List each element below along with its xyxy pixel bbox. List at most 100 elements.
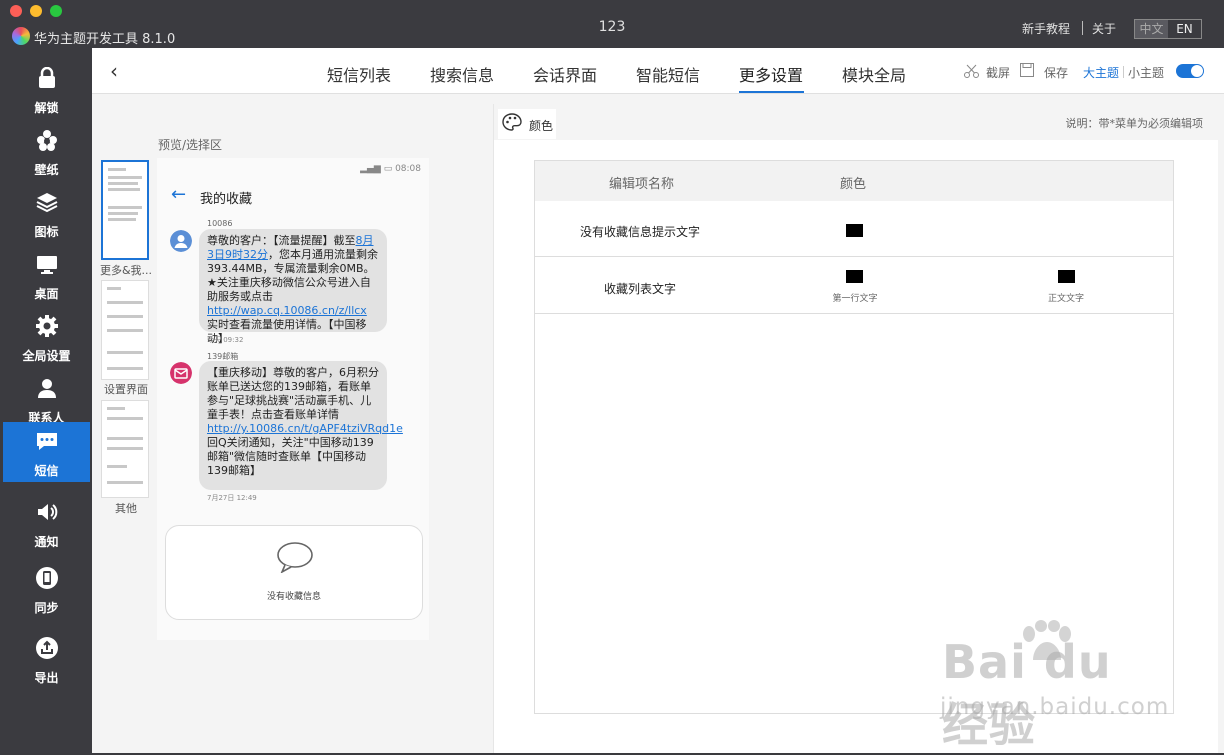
speaker-icon	[38, 504, 58, 520]
close-window-button[interactable]	[10, 5, 22, 17]
thumb-line	[108, 168, 126, 171]
thumb-line	[108, 212, 138, 215]
sidebar-item-export[interactable]: 导出	[3, 629, 90, 689]
window-titlebar: 华为主题开发工具 8.1.0 123 新手教程 关于 中文 EN	[0, 0, 1224, 48]
tab-module-global[interactable]: 模块全局	[842, 62, 906, 86]
small-theme-option[interactable]: 小主题	[1128, 64, 1164, 81]
preview-area-label: 预览/选择区	[158, 138, 223, 152]
table-row: 收藏列表文字 第一行文字 正文文字	[535, 257, 1173, 314]
table-row: 没有收藏信息提示文字	[535, 201, 1173, 257]
sidebar-item-desktop[interactable]: 桌面	[3, 245, 90, 305]
active-tab-indicator	[739, 91, 804, 93]
sidebar-item-contacts[interactable]: 联系人	[3, 369, 90, 429]
message-time: 今天 09:32	[207, 336, 244, 344]
sidebar-item-label: 导出	[34, 671, 59, 685]
message-text: 回Q关闭通知，关注"中国移动139邮箱"微信随时查账单【中国移动139邮箱】	[207, 436, 374, 477]
thumbnail-settings[interactable]	[101, 280, 149, 380]
language-switch[interactable]: 中文 EN	[1134, 19, 1202, 39]
sidebar-item-label: 解锁	[34, 101, 59, 115]
big-theme-option[interactable]: 大主题	[1083, 64, 1119, 81]
column-header-color: 颜色	[840, 177, 867, 192]
row-name: 收藏列表文字	[604, 282, 677, 296]
gear-icon	[36, 315, 58, 337]
zoom-window-button[interactable]	[50, 5, 62, 17]
tab-color-label: 颜色	[529, 119, 554, 133]
phone-title: 我的收藏	[200, 192, 253, 207]
color-swatch[interactable]	[846, 224, 863, 237]
thumbnail-caption: 设置界面	[104, 383, 148, 396]
thumbnail-other[interactable]	[101, 400, 149, 498]
required-note: 说明：带*菜单为必须编辑项	[1065, 117, 1204, 130]
message-time: 7月27日 12:49	[207, 494, 257, 502]
sidebar-item-unlock[interactable]: 解锁	[3, 59, 90, 119]
thumb-line	[108, 218, 136, 221]
tab-search-info[interactable]: 搜索信息	[430, 62, 494, 86]
message-link[interactable]: http://wap.cq.10086.cn/z/llcx	[207, 304, 367, 317]
empty-favorites-text: 没有收藏信息	[266, 592, 321, 602]
thumb-line	[107, 437, 143, 440]
save-icon[interactable]	[1020, 63, 1034, 77]
flower-icon	[37, 130, 57, 151]
upload-icon	[36, 637, 58, 659]
tab-conversation[interactable]: 会话界面	[533, 62, 597, 86]
minimize-window-button[interactable]	[30, 5, 42, 17]
sidebar-item-wallpaper[interactable]: 壁纸	[3, 121, 90, 181]
thumb-line	[108, 206, 142, 209]
divider	[1082, 21, 1083, 35]
message-bubble[interactable]: 尊敬的客户：【流量提醒】截至8月3日9时32分，您本月通用流量剩余393.44M…	[199, 229, 387, 345]
tab-smart-sms[interactable]: 智能短信	[636, 62, 700, 86]
save-button[interactable]: 保存	[1044, 64, 1068, 81]
lang-zh-option[interactable]: 中文	[1135, 20, 1168, 38]
color-swatch[interactable]	[1058, 270, 1075, 283]
swatch-caption: 第一行文字	[832, 294, 878, 304]
chat-bubble-icon	[277, 542, 313, 573]
tab-sms-list[interactable]: 短信列表	[327, 62, 391, 86]
message-bubble[interactable]: 【重庆移动】尊敬的客户，6月积分账单已送达您的139邮箱，看账单参与"足球挑战赛…	[199, 361, 403, 490]
message-sender: 10086	[207, 219, 233, 228]
thumb-line	[108, 182, 138, 185]
sidebar-item-notification[interactable]: 通知	[3, 493, 90, 553]
status-bar: ▂▄▆ ▭ 08:08	[360, 164, 421, 174]
table-header: 编辑项名称 颜色	[535, 161, 1173, 201]
sidebar-item-label: 桌面	[34, 287, 59, 301]
thumbnail-more-mine[interactable]	[101, 160, 149, 260]
row-name: 没有收藏信息提示文字	[580, 225, 701, 239]
tab-more-settings[interactable]: 更多设置	[739, 62, 803, 86]
divider	[1123, 66, 1124, 78]
theme-size-toggle[interactable]	[1176, 64, 1204, 78]
mail-avatar-icon	[170, 362, 192, 384]
thumbnail-caption: 其他	[115, 502, 137, 515]
tutorial-link[interactable]: 新手教程	[1022, 20, 1070, 37]
tab-color[interactable]: 颜色	[498, 109, 556, 139]
screenshot-button[interactable]: 截屏	[986, 64, 1010, 81]
thumb-line	[107, 351, 143, 354]
back-button[interactable]: ‹	[110, 61, 126, 81]
lang-en-option[interactable]: EN	[1168, 20, 1201, 38]
sidebar-item-global-settings[interactable]: 全局设置	[3, 307, 90, 367]
scissors-icon[interactable]	[964, 64, 979, 78]
thumb-line	[107, 301, 143, 304]
message-icon	[37, 433, 57, 450]
phone-preview[interactable]: ▂▄▆ ▭ 08:08 ← 我的收藏 10086 尊敬的客户：【流量提醒】截至8…	[157, 158, 429, 640]
sidebar-item-sync[interactable]: 同步	[3, 559, 90, 619]
message-text: 【重庆移动】尊敬的客户，6月积分账单已送达您的139邮箱，看账单参与"足球挑战赛…	[207, 366, 379, 421]
sidebar-item-sms[interactable]: 短信	[3, 422, 90, 482]
status-time: 08:08	[395, 164, 421, 174]
color-swatch[interactable]	[846, 270, 863, 283]
sidebar-item-label: 壁纸	[34, 163, 59, 177]
thumb-line	[108, 176, 142, 179]
about-link[interactable]: 关于	[1092, 20, 1116, 37]
phone-header: ← 我的收藏	[157, 183, 429, 211]
thumbnail-caption: 更多&我...	[99, 264, 153, 277]
phone-icon	[36, 567, 58, 589]
sidebar-item-label: 全局设置	[22, 349, 71, 363]
thumb-line	[107, 315, 143, 318]
message-link[interactable]: http://y.10086.cn/t/gAPF4tziVRqd1e	[207, 422, 403, 435]
sidebar-item-icons[interactable]: 图标	[3, 183, 90, 243]
thumb-line	[107, 465, 127, 468]
column-header-name: 编辑项名称	[609, 177, 675, 192]
back-arrow-icon[interactable]: ←	[171, 184, 186, 205]
layers-icon	[36, 193, 58, 213]
toggle-knob	[1191, 65, 1203, 77]
sidebar-item-label: 短信	[34, 464, 59, 478]
